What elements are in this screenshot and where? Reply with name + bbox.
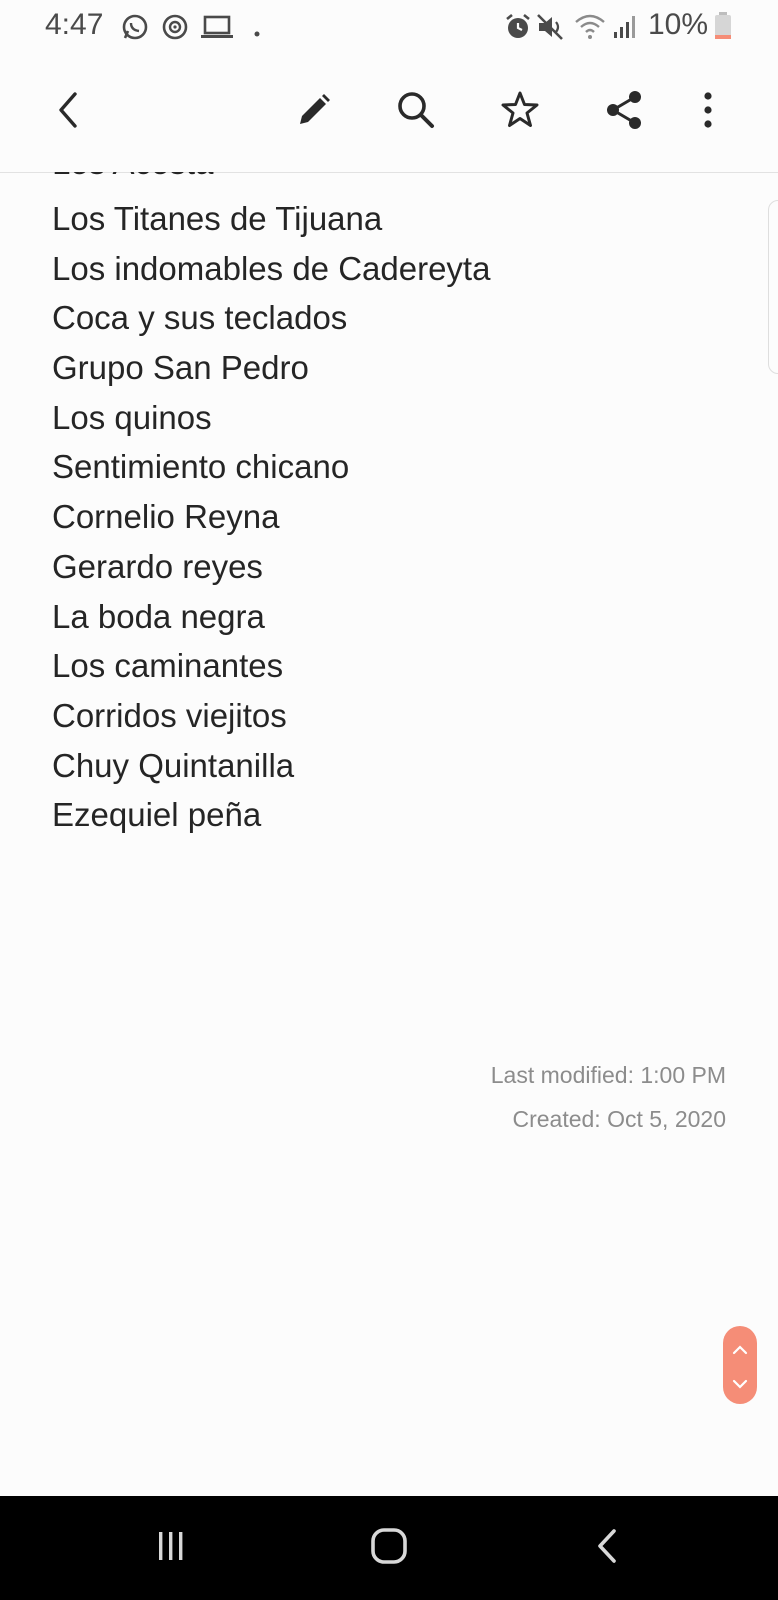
back-icon xyxy=(53,90,83,135)
last-modified: Last modified: 1:00 PM xyxy=(490,1062,726,1088)
note-line: Los caminantes xyxy=(52,647,284,685)
note-lines: Los Titanes de Tijuana Los indomables de … xyxy=(52,194,732,840)
note-toolbar xyxy=(0,54,778,173)
note-line: Chuy Quintanilla xyxy=(52,746,295,784)
battery-icon xyxy=(714,11,732,46)
more-options-button[interactable] xyxy=(678,82,738,142)
note-line-partial: Los Acosta xyxy=(52,172,213,186)
more-icon xyxy=(702,90,714,135)
search-icon xyxy=(395,89,437,136)
note-line: Los Titanes de Tijuana xyxy=(52,200,383,237)
star-icon xyxy=(499,89,541,136)
system-nav-bar xyxy=(0,1496,778,1600)
note-line: La boda negra xyxy=(52,597,265,635)
laptop-icon xyxy=(200,12,234,47)
edit-icon xyxy=(294,90,334,135)
nav-back-button[interactable] xyxy=(577,1518,637,1578)
whatsapp-icon xyxy=(120,12,150,47)
side-panel-handle[interactable] xyxy=(768,200,778,374)
signal-icon xyxy=(612,12,638,47)
status-bar: 4:47 10% xyxy=(0,0,778,54)
scrolled-line-clip: Los Acosta xyxy=(0,172,778,186)
edit-button[interactable] xyxy=(284,82,344,142)
recents-icon xyxy=(153,1528,189,1569)
recents-button[interactable] xyxy=(141,1518,201,1578)
chevron-up-icon[interactable] xyxy=(732,1342,748,1360)
note-line: Corridos viejitos xyxy=(52,696,287,734)
home-button[interactable] xyxy=(359,1518,419,1578)
nav-back-icon xyxy=(594,1527,620,1570)
dot-icon xyxy=(254,24,260,42)
note-line: Grupo San Pedro xyxy=(52,349,309,387)
note-content[interactable]: Los Titanes de Tijuana Los indomables de … xyxy=(52,194,732,874)
favorite-button[interactable] xyxy=(490,82,550,142)
home-icon xyxy=(370,1527,408,1570)
battery-percent: 10% xyxy=(648,8,709,41)
back-button[interactable] xyxy=(38,82,98,142)
wifi-icon xyxy=(574,12,606,47)
note-line: Cornelio Reyna xyxy=(52,498,280,536)
created-date: Created: Oct 5, 2020 xyxy=(512,1106,726,1132)
sync-icon xyxy=(160,12,190,47)
mute-icon xyxy=(536,12,566,47)
note-line: Sentimiento chicano xyxy=(52,448,350,486)
note-line: Los indomables de Cadereyta xyxy=(52,249,491,287)
note-line: Ezequiel peña xyxy=(52,796,262,834)
search-button[interactable] xyxy=(386,82,446,142)
note-line: Gerardo reyes xyxy=(52,547,263,585)
status-time: 4:47 xyxy=(45,8,104,41)
chevron-down-icon[interactable] xyxy=(732,1376,748,1394)
note-line: Coca y sus teclados xyxy=(52,299,348,337)
share-icon xyxy=(604,89,644,136)
share-button[interactable] xyxy=(594,82,654,142)
alarm-icon xyxy=(504,12,532,47)
note-line: Los quinos xyxy=(52,398,212,436)
scroll-navigator[interactable] xyxy=(723,1326,757,1404)
